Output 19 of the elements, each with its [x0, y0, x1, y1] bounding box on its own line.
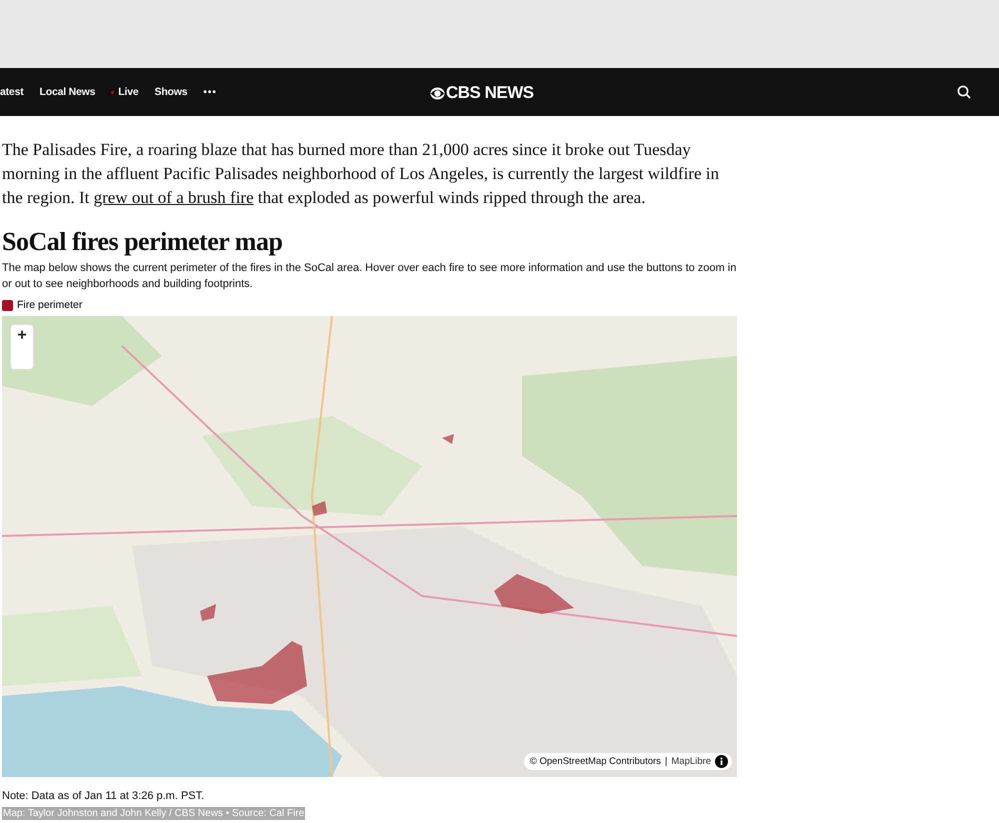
map-description: The map below shows the current perimeter of the fires in the SoCal area. Hover over each fire to see more information and use the buttons to zoom in or out to see neighborhoods and building footprints. — [2, 261, 738, 292]
maplibre-link[interactable]: MapLibre — [671, 756, 711, 767]
nav-link[interactable]: atest — [0, 86, 24, 98]
legend-swatch-icon — [2, 300, 13, 310]
nav-link[interactable]: Shows — [154, 86, 188, 98]
logo-text[interactable]: CBS NEWS — [446, 83, 534, 103]
separator: | — [664, 756, 668, 767]
info-icon[interactable] — [715, 755, 728, 768]
nav-link[interactable]: Local News — [40, 86, 96, 98]
eye-logo-icon — [430, 86, 445, 100]
data-note: Note: Data as of Jan 11 at 3:26 p.m. PST. — [2, 789, 206, 803]
legend-label: Fire perimeter — [17, 299, 82, 311]
more-button[interactable]: ••• — [203, 86, 217, 98]
search-icon[interactable] — [957, 85, 971, 99]
attribution-text: © OpenStreetMap Contributors — [530, 756, 661, 767]
nav-link[interactable]: Live — [111, 86, 139, 98]
article-link[interactable]: grew out of a brush fire — [94, 188, 254, 207]
section-heading: SoCal fires perimeter map — [2, 226, 284, 258]
intro-paragraph: The Palisades Fire, a roaring blaze that has burned more than 21,000 acres since it broke out Tuesday morning in the affluent Pacific Palisades neighborhood of Los Angeles, is currently the largest wildfire in the region. It grew out of a brush fire that exploded as powerful winds ripped through the area. — [2, 139, 720, 209]
